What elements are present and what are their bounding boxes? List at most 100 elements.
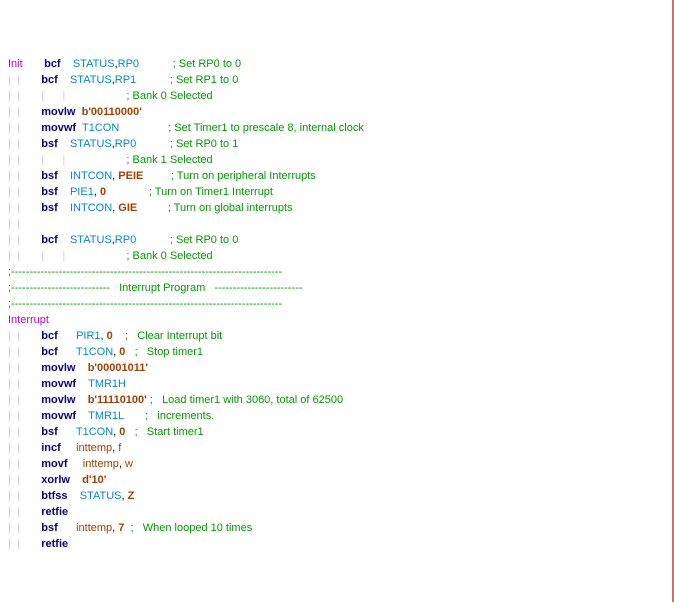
- mnemonic: bcf: [44, 58, 61, 70]
- mnemonic: bsf: [41, 138, 58, 150]
- indent-guide: | |: [8, 346, 41, 358]
- code-line: | | movf inttemp, w: [8, 456, 664, 472]
- operand-2: 0: [119, 346, 125, 358]
- mnemonic: bsf: [41, 202, 58, 214]
- operand-2: 7: [118, 522, 124, 534]
- code-line: | | bcf STATUS,RP1 ; Set RP1 to 0: [8, 72, 664, 88]
- operand-1: TMR1H: [88, 378, 126, 390]
- operand-1: TMR1L: [88, 410, 124, 422]
- operand-2: GIE: [118, 202, 137, 214]
- mnemonic: movwf: [41, 122, 76, 134]
- indent-guide: | |: [8, 106, 41, 118]
- mnemonic: bcf: [41, 330, 58, 342]
- code-line: | | movwf TMR1L ; increments.: [8, 408, 664, 424]
- indent-guide: | |: [8, 170, 41, 182]
- code-line: | | bsf STATUS,RP0 ; Set RP0 to 1: [8, 136, 664, 152]
- mnemonic: movwf: [41, 378, 76, 390]
- code-line: ;---------------------------------------…: [8, 296, 664, 312]
- indent-guide: | | | |: [8, 250, 126, 262]
- mnemonic: bsf: [41, 170, 58, 182]
- code-line: ;---------------------------------------…: [8, 264, 664, 280]
- code-line: | | bsf INTCON, PEIE ; Turn on periphera…: [8, 168, 664, 184]
- operand-1: inttemp: [76, 442, 112, 454]
- code-line: | | movlw b'00001011': [8, 360, 664, 376]
- comment-divider: ;--------------------------- Interrupt P…: [8, 282, 302, 294]
- comment: ; Set RP0 to 0: [173, 58, 241, 70]
- code-line: | | | | ; Bank 1 Selected: [8, 152, 664, 168]
- mnemonic: movlw: [41, 106, 75, 118]
- comment: ; Set Timer1 to prescale 8, internal clo…: [168, 122, 364, 134]
- comment: ; Bank 1 Selected: [126, 154, 212, 166]
- operand-2: 0: [119, 426, 125, 438]
- indent-guide: | |: [8, 410, 41, 422]
- operand-2: PEIE: [118, 170, 143, 182]
- indent-guide: | |: [8, 490, 41, 502]
- mnemonic: bsf: [41, 426, 58, 438]
- mnemonic: retfie: [41, 506, 68, 518]
- comment-divider: ;---------------------------------------…: [8, 266, 282, 278]
- indent-guide: | |: [8, 186, 41, 198]
- operand-1: inttemp: [83, 458, 119, 470]
- mnemonic: btfss: [41, 490, 67, 502]
- operand-2: RP1: [115, 74, 136, 86]
- operand-1: b'11110100': [88, 394, 147, 406]
- indent-guide: | |: [8, 442, 41, 454]
- operand-1: INTCON: [70, 202, 112, 214]
- mnemonic: bsf: [41, 186, 58, 198]
- code-line: | | retfie: [8, 536, 664, 552]
- mnemonic: bcf: [41, 346, 58, 358]
- comment: ; Turn on Timer1 Interrupt: [149, 186, 273, 198]
- label: Interrupt: [8, 314, 49, 326]
- code-line: | | | | ; Bank 0 Selected: [8, 248, 664, 264]
- operand-2: w: [125, 458, 133, 470]
- operand-1: STATUS: [70, 138, 112, 150]
- comment: ; Stop timer1: [135, 346, 203, 358]
- mnemonic: movlw: [41, 362, 75, 374]
- code-line: Interrupt: [8, 312, 664, 328]
- operand-1: T1CON: [82, 122, 119, 134]
- comment: ; Turn on peripheral Interrupts: [171, 170, 316, 182]
- operand-1: STATUS: [80, 490, 122, 502]
- code-line: | | movlw b'00110000': [8, 104, 664, 120]
- code-line: | | bcf PIR1, 0 ; Clear Interrupt bit: [8, 328, 664, 344]
- operand-1: T1CON: [76, 346, 113, 358]
- indent-guide: | |: [8, 506, 41, 518]
- operand-2: Z: [128, 490, 135, 502]
- mnemonic: movwf: [41, 410, 76, 422]
- code-line: | | bsf INTCON, GIE ; Turn on global int…: [8, 200, 664, 216]
- indent-guide: | |: [8, 202, 41, 214]
- indent-guide: | | | |: [8, 154, 126, 166]
- mnemonic: bcf: [41, 234, 58, 246]
- comment: ; Set RP1 to 0: [170, 74, 238, 86]
- comment-divider: ;---------------------------------------…: [8, 298, 282, 310]
- code-line: ;--------------------------- Interrupt P…: [8, 280, 664, 296]
- operand-1: STATUS: [70, 74, 112, 86]
- operand-1: b'00001011': [88, 362, 148, 374]
- mnemonic: incf: [41, 442, 61, 454]
- operand-2: RP0: [118, 58, 139, 70]
- code-line: | | bsf PIE1, 0 ; Turn on Timer1 Interru…: [8, 184, 664, 200]
- operand-2: 0: [100, 186, 106, 198]
- mnemonic: bcf: [41, 74, 58, 86]
- indent-guide: | |: [8, 474, 41, 486]
- code-line: | | bsf inttemp, 7 ; When looped 10 time…: [8, 520, 664, 536]
- operand-1: STATUS: [73, 58, 115, 70]
- code-line: | | | | ; Bank 0 Selected: [8, 88, 664, 104]
- comment: ; Set RP0 to 0: [170, 234, 238, 246]
- operand-1: b'00110000': [82, 106, 142, 118]
- indent-guide: | |: [8, 538, 41, 550]
- comment: ; Turn on global interrupts: [168, 202, 293, 214]
- code-line: | | bcf STATUS,RP0 ; Set RP0 to 0: [8, 232, 664, 248]
- comment: ; increments.: [145, 410, 214, 422]
- code-line: | |: [8, 216, 664, 232]
- operand-2: RP0: [115, 138, 136, 150]
- indent-guide: | |: [8, 458, 41, 470]
- indent-guide: | |: [8, 522, 41, 534]
- operand-1: INTCON: [70, 170, 112, 182]
- comment: ; Start timer1: [135, 426, 204, 438]
- indent-guide: | |: [8, 394, 41, 406]
- code-line: | | movwf T1CON ; Set Timer1 to prescale…: [8, 120, 664, 136]
- operand-1: PIE1: [70, 186, 94, 198]
- indent-guide: | |: [8, 426, 41, 438]
- indent-guide: | |: [8, 378, 41, 390]
